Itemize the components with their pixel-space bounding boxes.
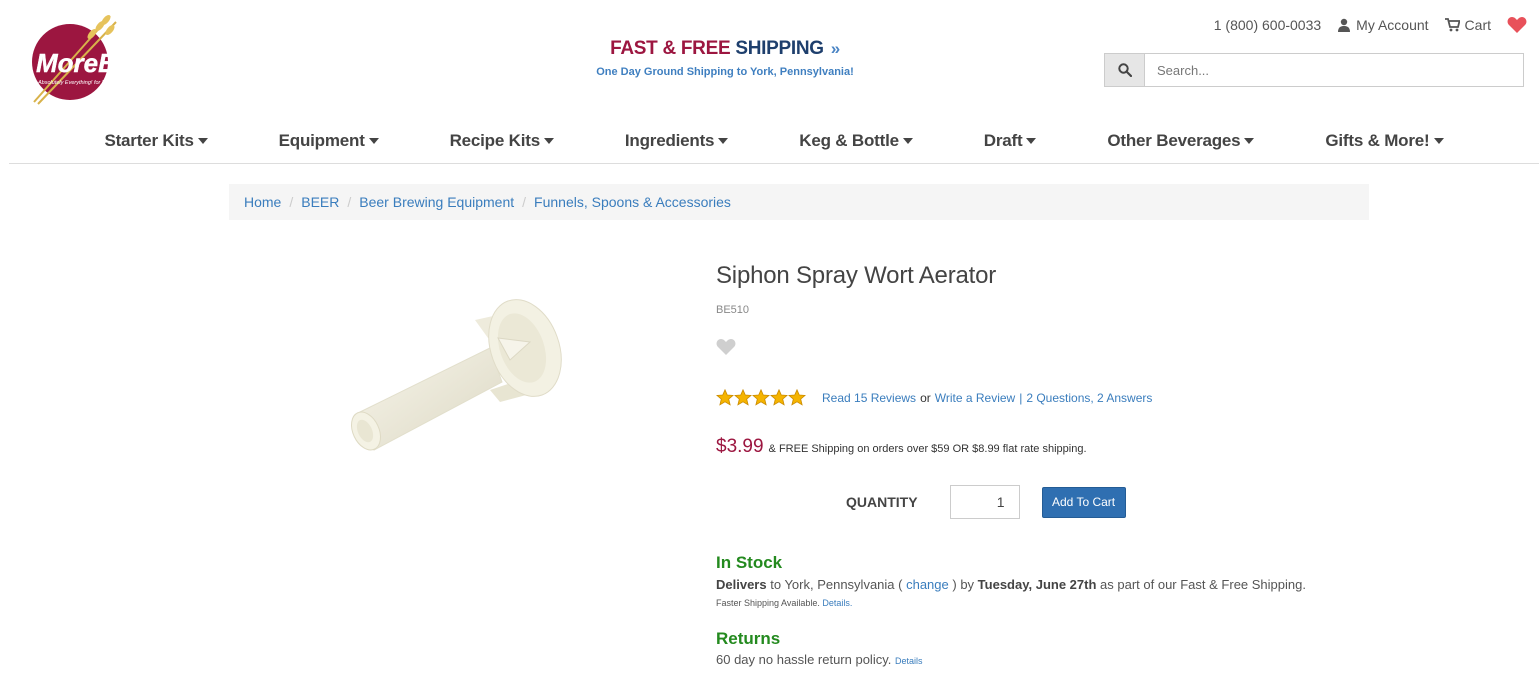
product-title: Siphon Spray Wort Aerator — [716, 262, 997, 289]
star-icon — [734, 389, 752, 406]
nav-label: Equipment — [278, 131, 365, 150]
nav-item-equipment[interactable]: Equipment — [279, 117, 379, 163]
cart-label: Cart — [1464, 17, 1491, 33]
price-row: $3.99 & FREE Shipping on orders over $59… — [716, 436, 1416, 458]
search-icon — [1117, 63, 1132, 77]
top-links: 1 (800) 600-0033 My Account Cart — [1214, 16, 1527, 34]
caret-down-icon — [902, 138, 913, 144]
caret-down-icon — [543, 138, 554, 144]
search-bar — [1104, 53, 1524, 87]
delivery-date: Tuesday, June 27th — [977, 577, 1097, 592]
caret-down-icon — [368, 138, 379, 144]
logo-tagline: Absolutely Everything! for Beer-Making — [37, 80, 134, 86]
delivers-label: Delivers — [716, 577, 767, 592]
breadcrumb-separator: / — [289, 194, 294, 210]
nav-item-starter-kits[interactable]: Starter Kits — [104, 117, 208, 163]
caret-down-icon — [197, 138, 208, 144]
returns-section: Returns 60 day no hassle return policy. … — [716, 629, 1416, 667]
nav-item-draft[interactable]: Draft — [984, 117, 1037, 163]
shipping-title-shipping: SHIPPING — [735, 38, 824, 59]
shipping-subtitle: One Day Ground Shipping to York, Pennsyl… — [596, 66, 854, 78]
my-account-label: My Account — [1356, 17, 1429, 33]
separator-bar: | — [1019, 390, 1023, 405]
wishlist-heart-icon[interactable] — [1507, 16, 1527, 34]
breadcrumb-home[interactable]: Home — [244, 194, 281, 210]
product-price: $3.99 — [716, 436, 764, 457]
returns-policy: 60 day no hassle return policy. Details — [716, 652, 1416, 667]
add-to-wishlist-heart-icon[interactable] — [716, 338, 736, 356]
caret-down-icon — [1026, 138, 1037, 144]
delivery-info: Delivers to York, Pennsylvania ( change … — [716, 577, 1416, 592]
quantity-label: QUANTITY — [846, 494, 918, 510]
shipping-details-link[interactable]: Details. — [822, 598, 852, 608]
nav-item-gifts-more[interactable]: Gifts & More! — [1325, 117, 1444, 163]
breadcrumb-separator: / — [522, 194, 527, 210]
breadcrumb: Home / BEER / Beer Brewing Equipment / F… — [229, 184, 1369, 220]
star-icon — [770, 389, 788, 406]
search-button[interactable] — [1104, 53, 1144, 87]
add-to-cart-button[interactable]: Add To Cart — [1041, 486, 1126, 518]
caret-down-icon — [1244, 138, 1255, 144]
breadcrumb-separator: / — [347, 194, 352, 210]
caret-down-icon — [718, 138, 729, 144]
quantity-input[interactable] — [949, 485, 1020, 519]
shipping-banner[interactable]: FAST & FREE SHIPPING » One Day Ground Sh… — [560, 38, 890, 78]
faster-shipping-text: Faster Shipping Available. — [716, 598, 820, 608]
search-input[interactable] — [1144, 53, 1524, 87]
reviews-row: Read 15 Reviews or Write a Review | 2 Qu… — [716, 389, 1416, 406]
delivery-text-2: ) by — [952, 577, 975, 592]
nav-label: Recipe Kits — [449, 131, 541, 150]
breadcrumb-brewing-equipment[interactable]: Beer Brewing Equipment — [359, 194, 514, 210]
shipping-note: & FREE Shipping on orders over $59 OR $8… — [768, 443, 1087, 455]
nav-label: Starter Kits — [104, 131, 194, 150]
shipping-title: FAST & FREE SHIPPING » — [560, 38, 890, 60]
faster-shipping-note: Faster Shipping Available. Details. — [716, 598, 1416, 608]
nav-item-other-beverages[interactable]: Other Beverages — [1107, 117, 1255, 163]
nav-label: Ingredients — [624, 131, 715, 150]
product-info: Siphon Spray Wort Aerator BE510 Read 15 … — [716, 262, 1416, 458]
breadcrumb-beer[interactable]: BEER — [301, 194, 339, 210]
nav-item-keg-bottle[interactable]: Keg & Bottle — [799, 117, 913, 163]
write-review-link[interactable]: Write a Review — [935, 391, 1015, 405]
nav-label: Keg & Bottle — [799, 131, 899, 150]
caret-down-icon — [1433, 138, 1444, 144]
returns-policy-text: 60 day no hassle return policy. — [716, 652, 892, 667]
product-sku: BE510 — [716, 304, 750, 316]
double-chevron-icon: » — [830, 39, 840, 58]
logo-text: MoreBeer! — [36, 48, 165, 78]
product-image[interactable] — [340, 290, 575, 470]
or-text: or — [920, 390, 931, 405]
cart-link[interactable]: Cart — [1444, 17, 1491, 33]
in-stock-heading: In Stock — [716, 553, 783, 572]
star-icon — [752, 389, 770, 406]
delivery-text-3: as part of our Fast & Free Shipping. — [1100, 577, 1306, 592]
nav-item-ingredients[interactable]: Ingredients — [624, 117, 729, 163]
returns-details-link[interactable]: Details — [895, 656, 923, 666]
cart-icon — [1444, 18, 1460, 32]
star-icon — [716, 389, 734, 406]
main-nav: Starter Kits Equipment Recipe Kits Ingre… — [9, 117, 1539, 164]
nav-label: Other Beverages — [1107, 131, 1241, 150]
breadcrumb-funnels-spoons[interactable]: Funnels, Spoons & Accessories — [534, 194, 731, 210]
morebeer-logo[interactable]: MoreBeer! Absolutely Everything! for Bee… — [30, 12, 195, 107]
my-account-link[interactable]: My Account — [1337, 17, 1429, 33]
shipping-title-fast-free: FAST & FREE — [610, 38, 731, 59]
star-rating — [716, 389, 806, 406]
returns-heading: Returns — [716, 629, 781, 648]
questions-answers-link[interactable]: 2 Questions, 2 Answers — [1026, 391, 1152, 405]
nav-label: Gifts & More! — [1325, 131, 1430, 150]
read-reviews-link[interactable]: Read 15 Reviews — [822, 391, 916, 405]
stock-section: In Stock Delivers to York, Pennsylvania … — [716, 553, 1416, 608]
change-location-link[interactable]: change — [906, 577, 949, 592]
nav-label: Draft — [983, 131, 1023, 150]
star-icon — [788, 389, 806, 406]
user-icon — [1338, 18, 1351, 32]
quantity-row: QUANTITY Add To Cart — [846, 485, 1126, 519]
nav-item-recipe-kits[interactable]: Recipe Kits — [450, 117, 554, 163]
delivery-text-1: to York, Pennsylvania ( — [770, 577, 903, 592]
phone-number[interactable]: 1 (800) 600-0033 — [1214, 17, 1321, 33]
